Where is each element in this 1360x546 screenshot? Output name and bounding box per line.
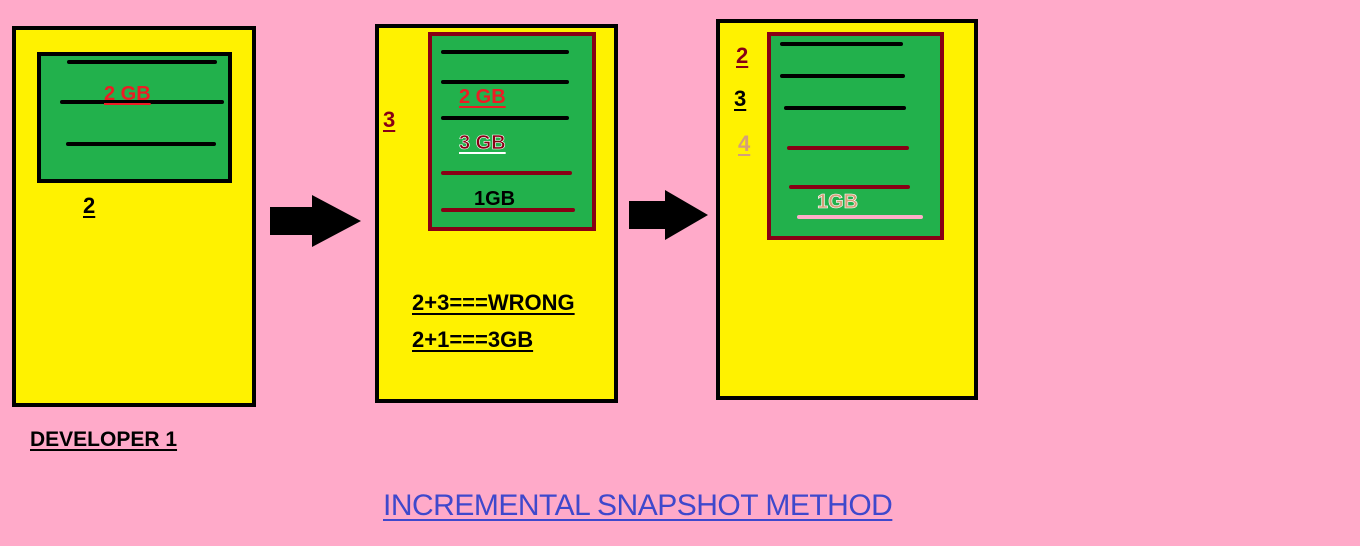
disk-size-label: 3 GB — [459, 132, 506, 154]
disk-size-label: 2 GB — [459, 86, 506, 108]
developer-caption: DEVELOPER 1 — [30, 428, 178, 451]
disk-line — [67, 60, 217, 64]
disk-size-label: 1GB — [817, 191, 859, 213]
disk-line — [789, 185, 910, 189]
disk-line — [780, 42, 903, 46]
disk-line — [441, 171, 572, 175]
diagram-title: INCREMENTAL SNAPSHOT METHOD — [383, 489, 893, 522]
snapshot-number-label: 3 — [383, 107, 396, 132]
disk-line — [784, 106, 906, 110]
disk-block-2gb — [37, 52, 232, 183]
disk-line — [787, 146, 909, 150]
snapshot-number-label: 2 — [736, 43, 749, 68]
disk-line — [441, 80, 569, 84]
disk-line — [66, 142, 216, 146]
snapshot-number-label: 4 — [738, 131, 751, 156]
disk-line — [441, 116, 569, 120]
disk-line — [780, 74, 905, 78]
snapshot-number-label: 2 — [83, 193, 96, 218]
disk-line — [797, 215, 923, 219]
disk-size-label: 2 GB — [104, 83, 151, 105]
snapshot-number-label: 3 — [734, 86, 747, 111]
disk-size-label: 1GB — [474, 188, 516, 210]
arrow-right-icon — [629, 190, 708, 240]
arrow-right-icon — [270, 195, 361, 247]
equation-correct: 2+1===3GB — [412, 327, 534, 352]
equation-wrong: 2+3===WRONG — [412, 290, 575, 315]
disk-line — [441, 50, 569, 54]
